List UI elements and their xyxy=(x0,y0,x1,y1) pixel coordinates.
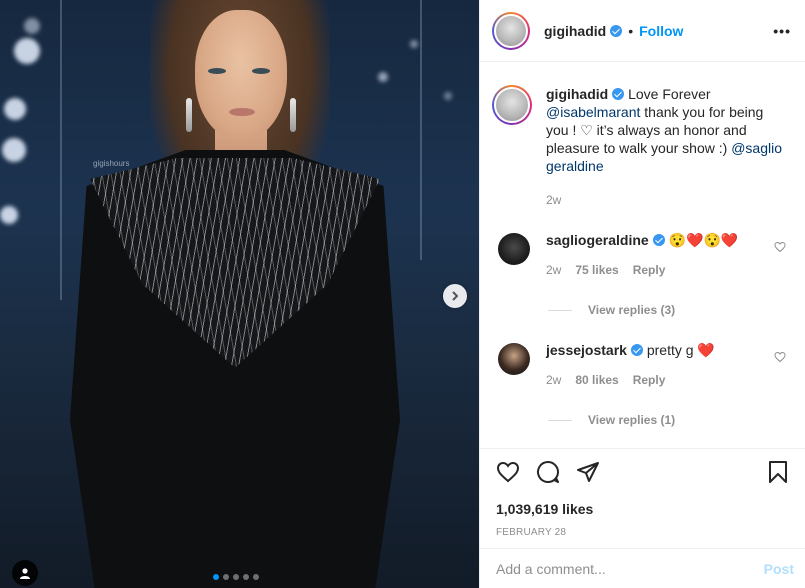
comment-message: pretty g ❤️ xyxy=(642,342,715,358)
carousel-indicator xyxy=(213,574,259,580)
comment-likes[interactable]: 75 likes xyxy=(575,263,618,277)
carousel-dot xyxy=(243,574,249,580)
comment-message: 😯❤️😯❤️ xyxy=(664,232,739,248)
verified-badge-icon xyxy=(612,88,625,100)
background-light xyxy=(444,92,452,100)
background-light xyxy=(14,38,40,64)
background-line xyxy=(420,0,422,260)
comment-body: saglio​geraldine 😯❤️😯❤️ 2w 75 likes Repl… xyxy=(546,231,766,277)
background-light xyxy=(24,18,40,34)
watermark-text: gigishours xyxy=(93,159,130,168)
background-light xyxy=(2,138,26,162)
comment-item: saglio​geraldine 😯❤️😯❤️ 2w 75 likes Repl… xyxy=(480,231,805,277)
like-heart-icon[interactable] xyxy=(496,460,520,484)
replies-divider xyxy=(548,309,572,311)
verified-badge-icon xyxy=(630,344,643,356)
caption-text: gigihadid Love Forever @isabelmarant tha… xyxy=(546,85,786,175)
view-replies-label: View replies (3) xyxy=(588,303,676,317)
comments-list[interactable]: gigihadid Love Forever @isabelmarant tha… xyxy=(480,63,805,448)
avatar-image xyxy=(494,87,530,123)
background-light xyxy=(4,98,26,120)
comment-text: saglio​geraldine 😯❤️😯❤️ xyxy=(546,231,766,249)
background-light xyxy=(410,40,418,48)
comment-username[interactable]: saglio​geraldine xyxy=(546,232,649,248)
post-comment-button[interactable]: Post xyxy=(764,561,794,577)
more-options-button[interactable]: ••• xyxy=(773,23,791,39)
replies-divider xyxy=(548,419,572,421)
user-icon xyxy=(20,568,30,579)
comment-bubble-icon[interactable] xyxy=(536,460,560,484)
separator-bullet: • xyxy=(628,22,634,39)
save-bookmark-icon[interactable] xyxy=(766,460,790,484)
verified-badge-icon xyxy=(652,234,665,246)
carousel-dot xyxy=(213,574,219,580)
comment-like-heart-icon[interactable] xyxy=(774,351,786,363)
background-line xyxy=(60,0,62,300)
comment-item: jessejostark pretty g ❤️ 2w 80 likes Rep… xyxy=(480,341,805,387)
model-eye xyxy=(208,68,226,74)
background-light xyxy=(378,72,388,82)
background-light xyxy=(0,206,18,224)
view-replies-label: View replies (1) xyxy=(588,413,676,427)
comment-avatar[interactable] xyxy=(498,233,530,265)
comment-likes[interactable]: 80 likes xyxy=(575,373,618,387)
reply-button[interactable]: Reply xyxy=(633,373,666,387)
post-sidebar: gigihadid • Follow ••• gigihadid Love Fo… xyxy=(479,0,805,588)
carousel-dot xyxy=(253,574,259,580)
avatar-image xyxy=(494,13,528,48)
caption-username[interactable]: gigihadid xyxy=(546,86,608,102)
follow-button[interactable]: Follow xyxy=(639,23,683,39)
avatar[interactable] xyxy=(492,11,530,50)
carousel-dot xyxy=(233,574,239,580)
model-lips xyxy=(229,108,255,116)
add-comment-bar: Post xyxy=(480,548,805,588)
next-slide-button[interactable] xyxy=(443,284,467,308)
earring xyxy=(290,98,296,132)
action-icons xyxy=(496,459,790,485)
comment-username[interactable]: jessejostark xyxy=(546,342,627,358)
comment-meta: 2w 80 likes Reply xyxy=(546,373,766,387)
likes-count[interactable]: 1,039,619 likes xyxy=(496,501,790,517)
share-paper-plane-icon[interactable] xyxy=(576,460,600,484)
model-eye xyxy=(252,68,270,74)
header-username[interactable]: gigihadid xyxy=(544,23,606,39)
post-media[interactable]: gigishours xyxy=(0,0,479,588)
chevron-right-icon xyxy=(452,291,459,301)
verified-badge-icon xyxy=(610,24,623,37)
comment-text: jessejostark pretty g ❤️ xyxy=(546,341,766,359)
post-header: gigihadid • Follow ••• xyxy=(480,0,805,62)
comment-input[interactable] xyxy=(496,560,764,577)
post-date[interactable]: FEBRUARY 28 xyxy=(496,527,790,538)
caption: gigihadid Love Forever @isabelmarant tha… xyxy=(480,63,805,209)
view-replies-button[interactable]: View replies (1) xyxy=(548,413,805,427)
caption-body: gigihadid Love Forever @isabelmarant tha… xyxy=(546,85,786,209)
comment-timestamp[interactable]: 2w xyxy=(546,373,561,387)
tagged-users-button[interactable] xyxy=(12,560,38,586)
post-actions: 1,039,619 likes FEBRUARY 28 xyxy=(480,448,805,538)
comment-like-heart-icon[interactable] xyxy=(774,241,786,253)
comment-meta: 2w 75 likes Reply xyxy=(546,263,766,277)
caption-text-part: Love Forever xyxy=(624,86,711,102)
mention-link[interactable]: @isabelmarant xyxy=(546,104,640,120)
caption-avatar[interactable] xyxy=(492,85,532,125)
caption-timestamp[interactable]: 2w xyxy=(546,191,786,209)
comment-avatar[interactable] xyxy=(498,343,530,375)
model-face xyxy=(195,10,287,140)
comment-body: jessejostark pretty g ❤️ 2w 80 likes Rep… xyxy=(546,341,766,387)
carousel-dot xyxy=(223,574,229,580)
comment-timestamp[interactable]: 2w xyxy=(546,263,561,277)
earring xyxy=(186,98,192,132)
view-replies-button[interactable]: View replies (3) xyxy=(548,303,805,317)
reply-button[interactable]: Reply xyxy=(633,263,666,277)
